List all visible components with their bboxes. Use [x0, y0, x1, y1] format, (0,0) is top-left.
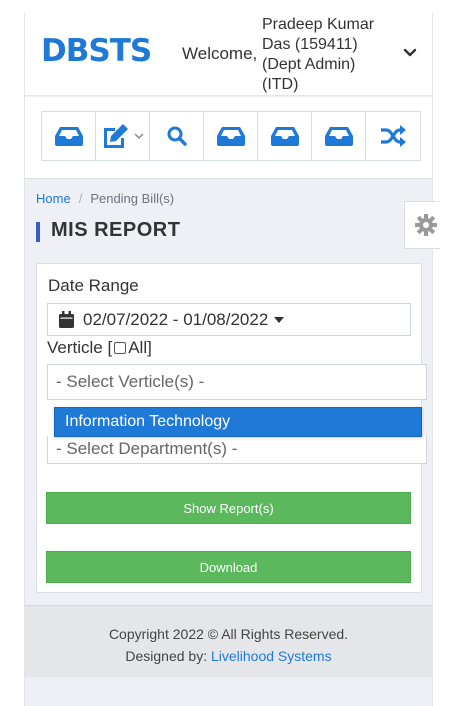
chevron-down-icon[interactable] [403, 46, 417, 60]
footer: Copyright 2022 © All Rights Reserved. De… [25, 605, 432, 677]
copyright-text: Copyright 2022 © All Rights Reserved. [108, 626, 349, 642]
inbox-icon [54, 127, 83, 146]
inbox-icon [324, 127, 353, 146]
toolbar-inbox-button[interactable] [42, 112, 96, 160]
verticle-label-suffix: All] [128, 338, 152, 357]
calendar-icon [59, 311, 74, 328]
toolbar-area [25, 97, 432, 179]
toolbar-shuffle-button[interactable] [366, 112, 420, 160]
download-button[interactable]: Download [46, 551, 411, 583]
verticle-label: Verticle [ All] [47, 338, 152, 358]
toolbar-inbox-button[interactable] [204, 112, 258, 160]
date-range-value: 02/07/2022 - 01/08/2022 [83, 309, 269, 329]
breadcrumb-separator: / [78, 191, 83, 206]
title-accent-bar [36, 222, 40, 242]
report-form-card: Date Range 02/07/2022 - 01/08/2022 Verti… [36, 263, 427, 593]
verticle-label-prefix: Verticle [ [47, 338, 113, 357]
search-icon [167, 126, 187, 146]
company-link[interactable]: Livelihood Systems [211, 648, 332, 664]
toolbar-inbox-button[interactable] [258, 112, 312, 160]
user-line: (Dept Admin) [262, 56, 356, 73]
user-name[interactable]: Pradeep Kumar Das (159411) (Dept Admin) … [262, 15, 402, 95]
settings-toggle-button[interactable] [404, 201, 440, 249]
edit-icon [104, 124, 128, 148]
designed-by-line: Designed by: Livelihood Systems [25, 645, 432, 667]
inbox-icon [216, 127, 245, 146]
breadcrumb-current: Pending Bill(s) [90, 191, 175, 206]
department-select[interactable]: - Select Department(s) - [47, 436, 427, 464]
app-frame: DBSTS Welcome, Pradeep Kumar Das (159411… [24, 13, 440, 706]
inbox-icon [270, 127, 299, 146]
show-report-button[interactable]: Show Report(s) [46, 492, 411, 524]
toolbar [41, 111, 421, 161]
shuffle-icon [381, 125, 406, 147]
date-range-label: Date Range [48, 276, 139, 295]
select-all-verticle-checkbox[interactable] [114, 342, 127, 354]
breadcrumb-home-link[interactable]: Home [36, 191, 71, 206]
verticle-dropdown-option[interactable]: Information Technology [54, 407, 422, 437]
verticle-select[interactable]: - Select Verticle(s) - [47, 364, 427, 400]
chevron-down-icon [134, 133, 144, 140]
date-range-picker[interactable]: 02/07/2022 - 01/08/2022 [47, 303, 411, 336]
verticle-select-placeholder: - Select Verticle(s) - [56, 372, 205, 391]
department-select-placeholder: - Select Department(s) - [56, 439, 238, 458]
toolbar-inbox-button[interactable] [312, 112, 366, 160]
header: DBSTS Welcome, Pradeep Kumar Das (159411… [25, 13, 432, 96]
welcome-text: Welcome, [182, 44, 258, 63]
caret-down-icon [274, 316, 285, 323]
user-line: (ITD) [262, 76, 299, 93]
toolbar-edit-button[interactable] [96, 112, 150, 160]
user-line: Pradeep Kumar [262, 16, 375, 33]
gear-icon [415, 214, 437, 236]
app-logo[interactable]: DBSTS [41, 33, 152, 69]
user-line: Das (159411) [262, 36, 358, 53]
breadcrumb: Home / Pending Bill(s) [36, 191, 174, 206]
toolbar-search-button[interactable] [150, 112, 204, 160]
designed-by-label: Designed by: [125, 648, 208, 664]
page-title: MIS REPORT [51, 219, 181, 241]
